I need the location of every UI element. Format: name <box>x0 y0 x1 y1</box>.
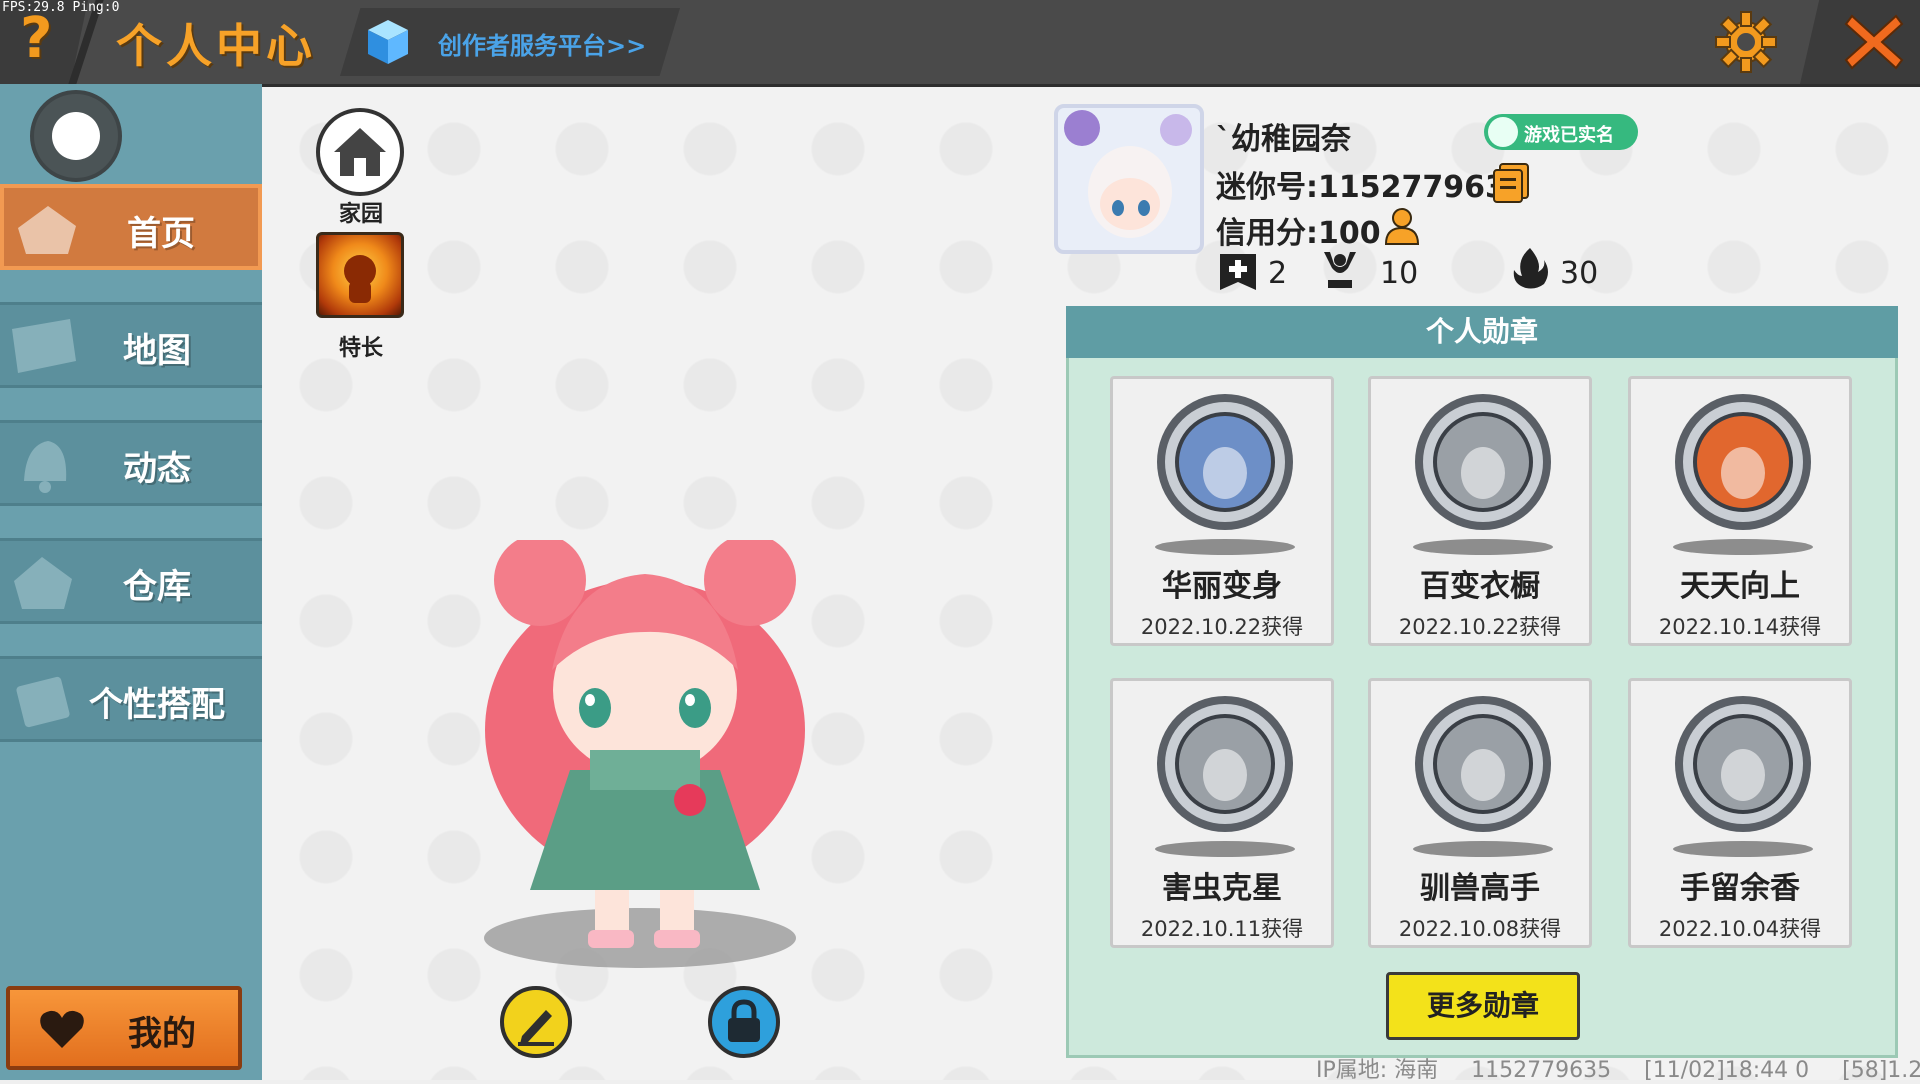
ip-location: IP属地: 海南 <box>1316 1058 1439 1083</box>
home-label: 家园 <box>338 202 383 227</box>
sidebar-item-label: 地图 <box>123 331 191 371</box>
verified-user-icon <box>1488 117 1518 147</box>
house-icon <box>14 557 72 609</box>
mini-id: 迷你号:1152779635 <box>1216 170 1527 205</box>
sidebar-item-label: 仓库 <box>123 567 191 607</box>
medal-name: 华丽变身 <box>1162 569 1282 604</box>
stat-value-trophy: 10 <box>1380 256 1419 291</box>
medal-stand <box>1155 539 1295 555</box>
lock-icon <box>728 999 760 1042</box>
medal-stand <box>1413 841 1553 857</box>
medal-icon <box>1415 696 1551 832</box>
medal-stand <box>1673 539 1813 555</box>
creator-link-label: 创作者服务平台>> <box>438 32 647 60</box>
footer-info: IP属地: 海南 1152779635 [11/02]18:44 0 [58]1… <box>1316 1052 1920 1084</box>
character-avatar[interactable] <box>460 540 830 960</box>
stat-value-friends: 2 <box>1268 256 1288 291</box>
edit-button[interactable] <box>500 986 572 1058</box>
medal-icon <box>1157 394 1293 530</box>
medal-icon <box>1675 394 1811 530</box>
close-icon[interactable] <box>1840 8 1908 76</box>
nickname: `幼稚园奈 <box>1216 122 1351 157</box>
avatar-image <box>1064 110 1192 238</box>
verified-badge: 游戏已实名 <box>1484 114 1638 150</box>
medal-date: 2022.10.08获得 <box>1398 917 1562 941</box>
medal-icon <box>1675 696 1811 832</box>
avatar-toggle[interactable] <box>30 90 122 182</box>
pencil-icon <box>518 1010 554 1046</box>
footer-version: [58]1.20.0 <box>1842 1058 1920 1083</box>
medal-name: 天天向上 <box>1680 569 1800 604</box>
medal-card[interactable]: 驯兽高手 2022.10.08获得 <box>1368 678 1592 948</box>
medal-panel-title: 个人勋章 <box>1066 306 1898 358</box>
medal-date: 2022.10.11获得 <box>1140 917 1304 941</box>
sidebar-item-storage[interactable]: 仓库 <box>0 538 262 624</box>
verified-label: 游戏已实名 <box>1524 125 1614 146</box>
medal-date: 2022.10.04获得 <box>1658 917 1822 941</box>
medal-stand <box>1673 841 1813 857</box>
gear-icon[interactable] <box>1712 8 1780 76</box>
trophy-icon <box>1324 252 1356 288</box>
medal-name: 百变衣橱 <box>1420 569 1540 604</box>
medal-name: 害虫克星 <box>1162 871 1282 906</box>
pencil-house-icon <box>18 206 76 254</box>
medal-card[interactable]: 百变衣橱 2022.10.22获得 <box>1368 376 1592 646</box>
sidebar-item-outfit[interactable]: 个性搭配 <box>0 656 262 742</box>
sidebar-item-label: 动态 <box>123 449 191 489</box>
heart-icon <box>40 1010 84 1048</box>
sidebar-item-label: 个性搭配 <box>89 685 225 725</box>
medal-card[interactable]: 天天向上 2022.10.14获得 <box>1628 376 1852 646</box>
flame-character-icon <box>344 255 376 303</box>
medal-name: 手留余香 <box>1680 871 1800 906</box>
medal-card[interactable]: 害虫克星 2022.10.11获得 <box>1110 678 1334 948</box>
talent-button[interactable] <box>316 232 404 318</box>
profile-avatar[interactable] <box>1054 104 1204 254</box>
medal-stand <box>1413 539 1553 555</box>
outfit-icon <box>16 676 70 728</box>
medal-name: 驯兽高手 <box>1420 871 1540 906</box>
map-icon <box>12 319 76 373</box>
flame-icon <box>1513 248 1548 289</box>
house-icon <box>334 128 386 176</box>
medal-icon <box>1415 394 1551 530</box>
sidebar-item-map[interactable]: 地图 <box>0 302 262 388</box>
medal-card[interactable]: 华丽变身 2022.10.22获得 <box>1110 376 1334 646</box>
sidebar-item-label: 首页 <box>127 214 195 254</box>
medal-icon <box>1157 696 1293 832</box>
top-bar: ? 个人中心 创作者服务平台>> <box>0 0 1920 87</box>
home-button[interactable] <box>316 108 404 196</box>
medal-date: 2022.10.22获得 <box>1140 615 1304 639</box>
sidebar-item-home[interactable]: 首页 <box>0 184 262 270</box>
credit-user-icon[interactable] <box>1382 204 1426 248</box>
credit-score: 信用分:100 <box>1216 216 1381 251</box>
question-icon: ? <box>20 6 53 71</box>
footer-timestamp: [11/02]18:44 0 <box>1644 1058 1810 1083</box>
medal-date: 2022.10.22获得 <box>1398 615 1562 639</box>
page-title: 个人中心 <box>116 19 316 73</box>
add-friend-icon <box>1220 254 1256 290</box>
cube-icon <box>368 20 408 64</box>
stat-value-popularity: 30 <box>1560 256 1599 291</box>
more-medals-button[interactable]: 更多勋章 <box>1386 972 1580 1040</box>
creator-platform-link[interactable]: 创作者服务平台>> <box>340 8 680 76</box>
mine-button[interactable]: 我的 <box>6 986 242 1070</box>
medal-stand <box>1155 841 1295 857</box>
sidebar-item-feed[interactable]: 动态 <box>0 420 262 506</box>
mine-label: 我的 <box>128 1014 196 1054</box>
medal-date: 2022.10.14获得 <box>1658 615 1822 639</box>
fps-readout: FPS:29.8 Ping:0 <box>2 0 120 15</box>
bell-icon <box>24 441 67 493</box>
talent-label: 特长 <box>338 336 383 361</box>
medal-card[interactable]: 手留余香 2022.10.04获得 <box>1628 678 1852 948</box>
footer-uid: 1152779635 <box>1471 1058 1612 1083</box>
lock-button[interactable] <box>708 986 780 1058</box>
copy-icon[interactable] <box>1492 162 1530 204</box>
